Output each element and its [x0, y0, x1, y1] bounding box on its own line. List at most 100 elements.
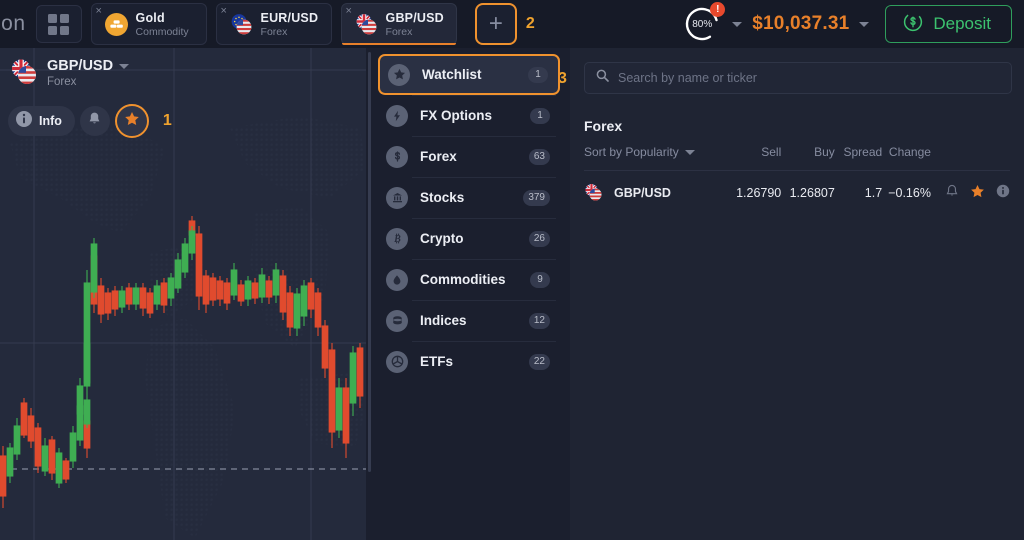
row-actions [931, 171, 1010, 203]
tab-subtitle: Forex [385, 25, 413, 38]
info-icon[interactable] [996, 184, 1010, 201]
menu-row: B Crypto 26 [378, 218, 560, 259]
row-symbol-cell: GBP/USD [584, 171, 725, 203]
info-icon [15, 110, 33, 133]
row-symbol: GBP/USD [614, 185, 671, 200]
sidebar-item-label: FX Options [420, 108, 492, 123]
deposit-label: Deposit [933, 14, 991, 33]
bank-icon [386, 186, 408, 209]
menu-scrollbar[interactable] [368, 52, 371, 472]
row-change: −0.16% [888, 185, 931, 200]
item-count: 379 [523, 189, 550, 206]
eur-usd-flag-icon [230, 13, 253, 36]
row-buy: 1.26807 [789, 185, 835, 200]
apps-grid-button[interactable] [35, 5, 82, 43]
apps-grid-icon [48, 13, 70, 35]
gbp-usd-flag-icon [10, 58, 38, 86]
item-count: 12 [528, 312, 550, 329]
item-count: 1 [528, 66, 548, 83]
progress-ring[interactable]: 80% ! [682, 2, 726, 44]
sidebar-item-indices[interactable]: Indices 12 [378, 300, 560, 341]
notification-button[interactable] [79, 106, 110, 136]
oil-drop-icon [386, 268, 408, 291]
account-balance: $10,037.31 [752, 13, 850, 34]
bell-icon[interactable] [945, 184, 959, 201]
column-spread[interactable]: Spread [834, 145, 883, 171]
bell-icon [87, 111, 102, 131]
menu-row: Indices 12 [378, 300, 560, 341]
menu-row: Forex 63 [378, 136, 560, 177]
sidebar-item-label: Watchlist [422, 67, 482, 82]
brand-logo: ion [0, 12, 26, 35]
dollar-circle-icon [386, 145, 408, 168]
menu-row: Stocks 379 [378, 177, 560, 218]
item-count: 26 [528, 230, 550, 247]
alert-badge: ! [710, 2, 726, 17]
top-bar-right: 80% ! $10,037.31 Deposit [682, 2, 1024, 44]
sidebar-item-crypto[interactable]: B Crypto 26 [378, 218, 560, 259]
info-button[interactable]: Info [8, 106, 75, 136]
menu-row: ETFs 22 [378, 341, 560, 382]
sidebar-item-forex[interactable]: Forex 63 [378, 136, 560, 177]
sidebar-item-fx-options[interactable]: FX Options 1 [378, 95, 560, 136]
quotes-table: Sort by Popularity Sell Buy Spread Chang… [584, 145, 1010, 202]
deposit-button[interactable]: Deposit [885, 5, 1012, 43]
chevron-down-icon[interactable] [119, 63, 130, 69]
favorite-button[interactable] [114, 104, 149, 138]
tab-eur-usd[interactable]: × EUR/USD Forex [215, 3, 332, 45]
tab-subtitle: Commodity [135, 25, 189, 38]
add-tab-button[interactable]: + [474, 3, 517, 45]
price-chart-panel[interactable]: GBP/USD Forex Info 1 [0, 48, 366, 540]
tab-gold[interactable]: × Gold Commodity [90, 3, 207, 45]
sort-label: Sort by Popularity [584, 145, 679, 159]
tab-title: Gold [135, 10, 165, 25]
search-icon [596, 69, 609, 87]
chevron-down-icon[interactable] [859, 21, 870, 27]
annotation-2: 2 [525, 15, 535, 32]
svg-text:B: B [393, 234, 401, 245]
menu-row: Commodities 9 [378, 259, 560, 300]
star-filled-icon[interactable] [970, 184, 985, 202]
chevron-down-icon[interactable] [732, 21, 743, 27]
tab-gbp-usd[interactable]: × GBP/USD Forex [340, 3, 457, 45]
chevron-down-icon[interactable] [684, 149, 695, 155]
pie-circle-icon [386, 350, 408, 373]
sidebar-item-etfs[interactable]: ETFs 22 [378, 341, 560, 382]
chart-symbol-header[interactable]: GBP/USD Forex [10, 58, 130, 88]
column-change[interactable]: Change [882, 145, 931, 171]
sidebar-item-stocks[interactable]: Stocks 379 [378, 177, 560, 218]
sidebar-item-label: Stocks [420, 190, 465, 205]
search-input[interactable]: Search by name or ticker [584, 62, 1012, 94]
item-count: 22 [528, 353, 550, 370]
sidebar-item-label: Commodities [420, 272, 506, 287]
search-placeholder: Search by name or ticker [618, 71, 757, 85]
sidebar-item-label: Crypto [420, 231, 464, 246]
tab-title: EUR/USD [260, 10, 319, 25]
close-icon[interactable]: × [346, 6, 352, 17]
row-spread: 1.7 [864, 185, 883, 200]
lightning-icon [386, 104, 408, 127]
gold-bars-icon [104, 12, 128, 36]
annotation-1: 1 [162, 112, 172, 129]
close-icon[interactable]: × [96, 6, 102, 17]
row-sell: 1.26790 [736, 185, 782, 200]
gbp-usd-flag-icon [584, 183, 603, 202]
section-title: Forex [584, 118, 623, 134]
sort-header[interactable]: Sort by Popularity [584, 145, 726, 171]
gbp-usd-flag-icon [355, 13, 378, 36]
table-row[interactable]: GBP/USD 1.26790 1.26807 1.7 −0.16% [584, 171, 1010, 203]
chart-symbol-name: GBP/USD [47, 58, 130, 74]
sidebar-item-label: Indices [420, 313, 467, 328]
table-header-row: Sort by Popularity Sell Buy Spread Chang… [584, 145, 1010, 171]
close-icon[interactable]: × [221, 6, 227, 17]
top-bar: ion × Gold Commodity [0, 0, 1024, 48]
trading-platform-window: ion × Gold Commodity [0, 0, 1024, 540]
star-icon [124, 111, 140, 132]
bitcoin-icon: B [386, 227, 408, 250]
column-buy[interactable]: Buy [781, 145, 835, 171]
column-sell[interactable]: Sell [725, 145, 782, 171]
sidebar-item-watchlist[interactable]: Watchlist 1 [378, 54, 560, 95]
menu-row: FX Options 1 [378, 95, 560, 136]
tab-subtitle: Forex [260, 25, 288, 38]
sidebar-item-commodities[interactable]: Commodities 9 [378, 259, 560, 300]
